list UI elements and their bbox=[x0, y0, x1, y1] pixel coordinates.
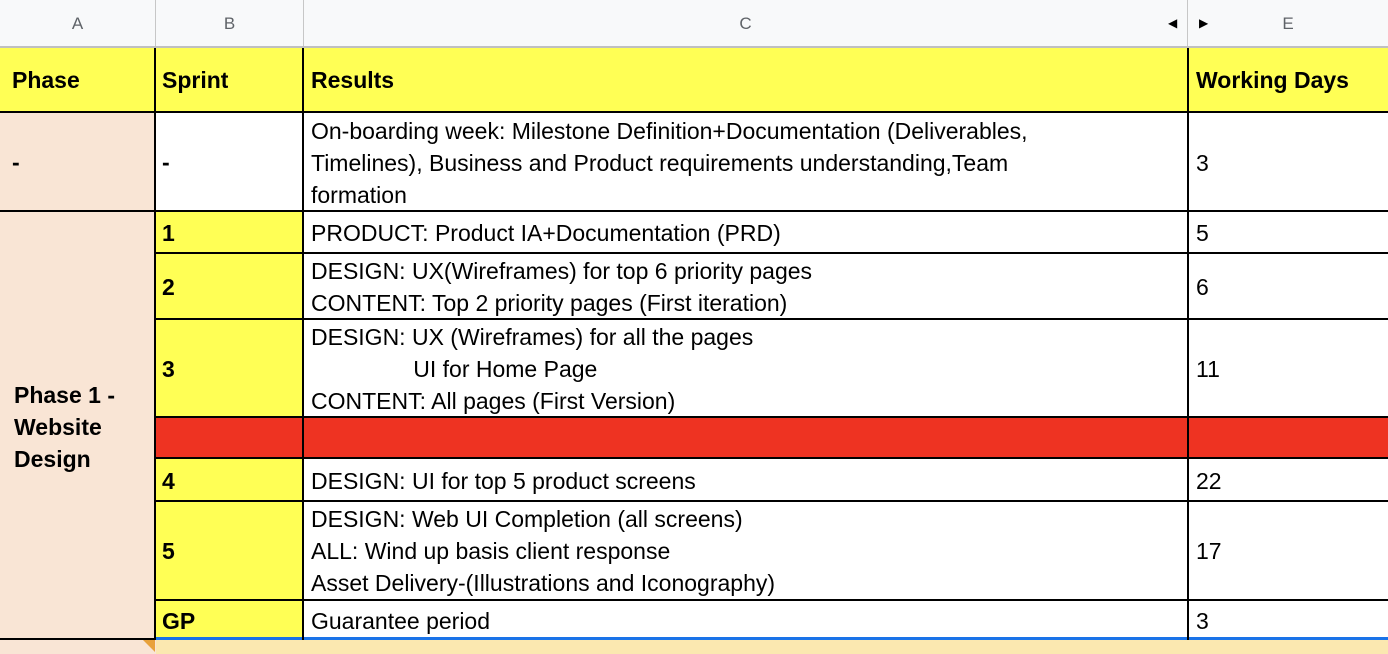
phase-cell[interactable]: - bbox=[12, 146, 20, 178]
column-letter: B bbox=[223, 13, 236, 33]
results-line[interactable]: PRODUCT: Product IA+Documentation (PRD) bbox=[311, 217, 781, 249]
working-days-cell[interactable]: 3 bbox=[1196, 147, 1209, 179]
grid-line bbox=[156, 457, 1388, 459]
grid-line bbox=[302, 48, 304, 640]
working-days-cell[interactable]: 11 bbox=[1196, 353, 1220, 385]
column-header-a[interactable]: A bbox=[0, 0, 156, 47]
grid-line bbox=[0, 210, 1388, 212]
working-days-cell[interactable]: 22 bbox=[1196, 465, 1222, 497]
sprint-cell[interactable]: GP bbox=[162, 605, 195, 637]
working-days-cell[interactable]: 5 bbox=[1196, 217, 1209, 249]
selection-border bbox=[156, 637, 1388, 640]
sprint-cell[interactable]: 5 bbox=[162, 535, 175, 567]
results-line[interactable]: DESIGN: Web UI Completion (all screens) bbox=[311, 503, 743, 535]
results-line[interactable]: formation bbox=[311, 179, 407, 211]
results-line[interactable]: ALL: Wind up basis client response bbox=[311, 535, 670, 567]
sprint-cell[interactable]: 1 bbox=[162, 217, 175, 249]
grid-line bbox=[0, 111, 1388, 113]
results-line[interactable]: DESIGN: UX(Wireframes) for top 6 priorit… bbox=[311, 255, 812, 287]
grid-line bbox=[156, 500, 1388, 502]
results-line[interactable]: Guarantee period bbox=[311, 605, 490, 637]
expand-column-right-icon[interactable]: ▶ bbox=[1199, 16, 1208, 30]
sprint-cell[interactable]: 3 bbox=[162, 353, 175, 385]
grid-line bbox=[156, 252, 1388, 254]
phase-1-label-line[interactable]: Design bbox=[14, 443, 91, 475]
results-line[interactable]: Timelines), Business and Product require… bbox=[311, 147, 1008, 179]
phase-column-fill bbox=[0, 112, 156, 640]
results-line[interactable]: On-boarding week: Milestone Definition+D… bbox=[311, 115, 1028, 147]
grid-line bbox=[1187, 48, 1189, 640]
results-line[interactable]: DESIGN: UI for top 5 product screens bbox=[311, 465, 696, 497]
results-line[interactable]: CONTENT: Top 2 priority pages (First ite… bbox=[311, 287, 787, 319]
header-working-days[interactable]: Working Days bbox=[1196, 64, 1349, 96]
working-days-cell[interactable]: 6 bbox=[1196, 271, 1209, 303]
sprint-cell[interactable]: 2 bbox=[162, 271, 175, 303]
corner-indicator-icon bbox=[143, 640, 155, 652]
results-line[interactable]: UI for Home Page bbox=[311, 353, 597, 385]
sprint-cell[interactable]: 4 bbox=[162, 465, 175, 497]
working-days-cell[interactable]: 17 bbox=[1196, 535, 1222, 567]
column-letter: A bbox=[71, 13, 84, 33]
sprint-cell[interactable]: - bbox=[162, 146, 170, 178]
expand-column-left-icon[interactable]: ◀ bbox=[1168, 16, 1177, 30]
column-header-e[interactable]: E bbox=[1188, 0, 1388, 47]
results-line[interactable]: DESIGN: UX (Wireframes) for all the page… bbox=[311, 321, 753, 353]
grid-line bbox=[156, 416, 1388, 418]
separator-row[interactable] bbox=[156, 416, 1388, 458]
results-line[interactable]: Asset Delivery-(Illustrations and Iconog… bbox=[311, 567, 775, 599]
grid-line bbox=[156, 599, 1388, 601]
working-days-cell[interactable]: 3 bbox=[1196, 605, 1209, 637]
column-letter: C bbox=[739, 13, 752, 33]
grid-line bbox=[156, 318, 1388, 320]
header-phase[interactable]: Phase bbox=[12, 64, 80, 96]
phase-1-label-line[interactable]: Phase 1 - bbox=[14, 379, 115, 411]
column-header-b[interactable]: B bbox=[156, 0, 304, 47]
grid-line bbox=[0, 638, 156, 640]
column-letter: E bbox=[1282, 13, 1294, 33]
sprint-column-fill-upper bbox=[156, 212, 304, 418]
phase-1-label-line[interactable]: Website bbox=[14, 411, 102, 443]
header-results[interactable]: Results bbox=[311, 64, 394, 96]
grid-line bbox=[154, 48, 156, 640]
results-line[interactable]: CONTENT: All pages (First Version) bbox=[311, 385, 675, 417]
column-header-c[interactable]: C bbox=[304, 0, 1188, 47]
header-sprint[interactable]: Sprint bbox=[162, 64, 228, 96]
next-row-selection[interactable] bbox=[156, 640, 1388, 654]
